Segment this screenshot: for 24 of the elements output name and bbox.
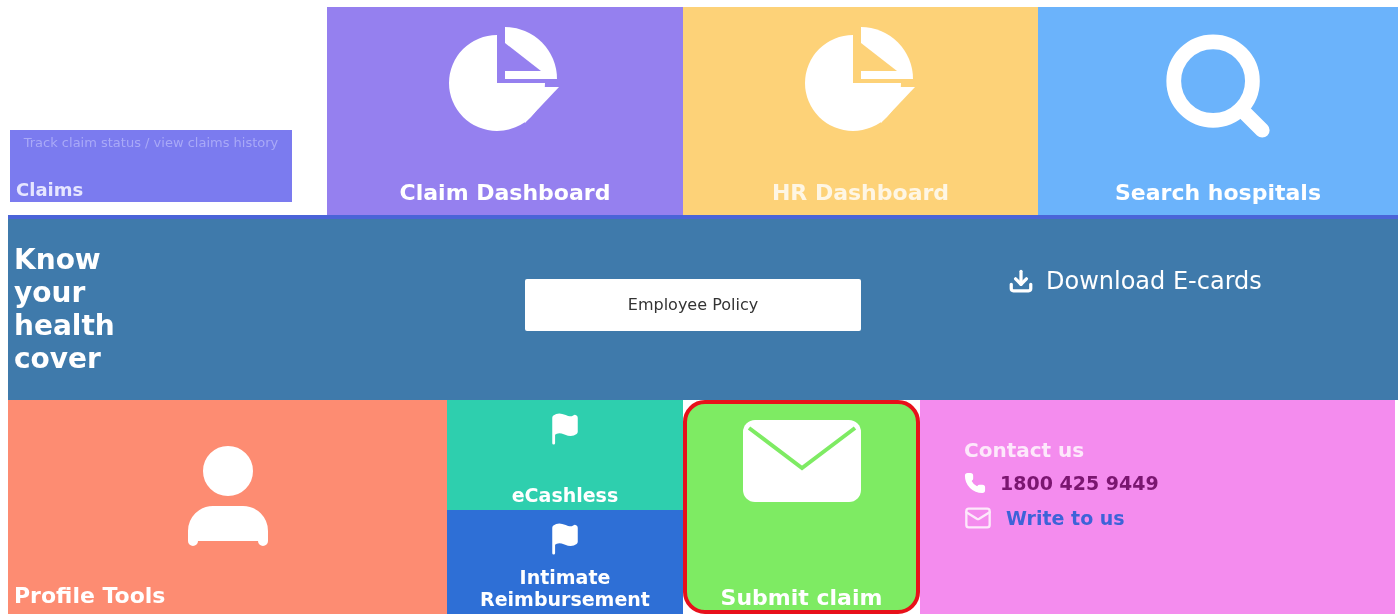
write-to-us-link[interactable]: Write to us	[1006, 507, 1125, 529]
tile-label: Search hospitals	[1115, 180, 1321, 205]
tile-label: Claims	[16, 179, 84, 200]
tile-label: Claim Dashboard	[399, 180, 611, 205]
dashboard-tile[interactable]: Search hospitals	[1038, 7, 1398, 215]
download-icon	[1008, 268, 1034, 294]
submit-claim-tile[interactable]: Submit claim	[683, 400, 920, 614]
phone-number: 1800 425 9449	[1000, 472, 1159, 494]
tile-label: Profile Tools	[13, 583, 166, 608]
tile-label: eCashless	[511, 484, 619, 506]
dashboard-tile[interactable]: HR Dashboard	[683, 7, 1038, 215]
dashboard-tile[interactable]: Claim Dashboard	[327, 7, 683, 215]
tile-label: Intimate Reimbursement	[479, 566, 651, 610]
download-link[interactable]: Download E-cards	[1008, 267, 1398, 295]
employee-policy-button[interactable]: Employee Policy	[525, 278, 861, 331]
band-title: Know your health cover	[13, 243, 116, 375]
small-tile[interactable]: eCashless	[447, 400, 683, 510]
tile-label: Submit claim	[720, 585, 883, 610]
contact-title: Contact us	[964, 438, 1086, 462]
envelope-icon	[742, 420, 861, 502]
phone-icon	[964, 472, 986, 494]
profile-tile[interactable]: Profile Tools	[8, 400, 447, 614]
small-tile[interactable]: Intimate Reimbursement	[447, 510, 683, 614]
tile-label: HR Dashboard	[771, 180, 950, 205]
